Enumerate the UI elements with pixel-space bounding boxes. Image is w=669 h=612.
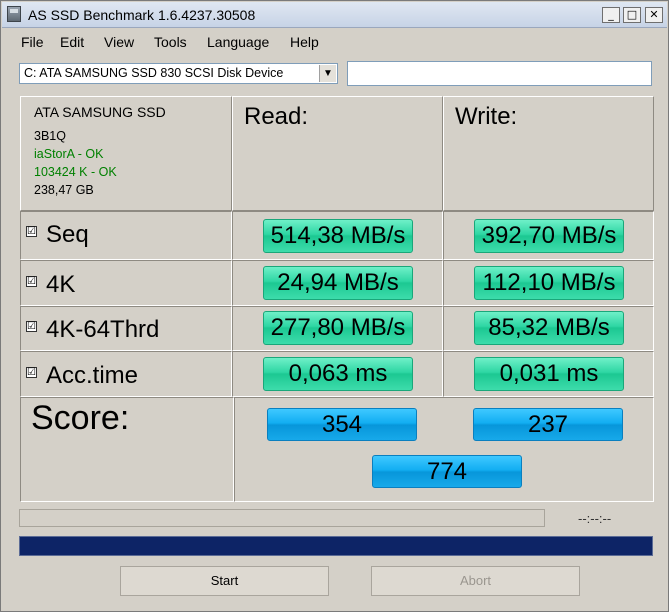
4k-read-result: 24,94 MB/s [263, 266, 413, 300]
test-row-acc-time: ☑ Acc.time [20, 351, 232, 397]
test-row-4k-64thrd: ☑ 4K-64Thrd [20, 306, 232, 351]
drive-info-panel: ATA SAMSUNG SSD 3B1Q iaStorA - OK 103424… [20, 96, 232, 211]
acc-time-read-result: 0,063 ms [263, 357, 413, 391]
seq-label: Seq [46, 221, 89, 248]
drive-dropdown-value: C: ATA SAMSUNG SSD 830 SCSI Disk Device [24, 66, 284, 80]
menu-file[interactable]: File [21, 34, 44, 50]
menu-language[interactable]: Language [207, 34, 269, 50]
close-button[interactable]: ✕ [645, 7, 663, 23]
alignment-status: 103424 K - OK [34, 165, 117, 179]
4k-64thrd-read-cell: 277,80 MB/s [232, 306, 443, 351]
chevron-down-icon[interactable]: ▼ [319, 65, 336, 82]
acc-time-write-result: 0,031 ms [474, 357, 624, 391]
drive-dropdown[interactable]: C: ATA SAMSUNG SSD 830 SCSI Disk Device … [19, 63, 338, 84]
drive-firmware: 3B1Q [34, 129, 66, 143]
4k-checkbox[interactable]: ☑ [26, 276, 37, 287]
score-label: Score: [31, 399, 130, 437]
total-score: 774 [372, 455, 522, 488]
seq-read-result: 514,38 MB/s [263, 219, 413, 253]
minimize-button[interactable]: _ [602, 7, 620, 23]
seq-write-result: 392,70 MB/s [474, 219, 624, 253]
drive-icon [7, 6, 21, 22]
menu-help[interactable]: Help [290, 34, 319, 50]
drive-size: 238,47 GB [34, 183, 94, 197]
menu-edit[interactable]: Edit [60, 34, 84, 50]
menu-tools[interactable]: Tools [154, 34, 187, 50]
4k-64thrd-label: 4K-64Thrd [46, 316, 160, 343]
seq-read-cell: 514,38 MB/s [232, 211, 443, 260]
score-label-cell: Score: [20, 397, 234, 502]
4k-write-result: 112,10 MB/s [474, 266, 624, 300]
window-title: AS SSD Benchmark 1.6.4237.30508 [28, 7, 256, 23]
acc-time-label: Acc.time [46, 362, 139, 389]
start-button[interactable]: Start [120, 566, 329, 596]
acc-time-write-cell: 0,031 ms [443, 351, 654, 397]
menu-view[interactable]: View [104, 34, 134, 50]
menu-bar: File Edit View Tools Language Help [2, 28, 667, 55]
abort-button[interactable]: Abort [371, 566, 580, 596]
score-values-cell: 354 237 774 [234, 397, 654, 502]
read-score: 354 [267, 408, 417, 441]
seq-checkbox[interactable]: ☑ [26, 226, 37, 237]
4k-64thrd-write-result: 85,32 MB/s [474, 311, 624, 345]
4k-64thrd-checkbox[interactable]: ☑ [26, 321, 37, 332]
maximize-button[interactable]: □ [623, 7, 641, 23]
read-column-header: Read: [244, 103, 309, 130]
acc-time-checkbox[interactable]: ☑ [26, 367, 37, 378]
4k-label: 4K [46, 271, 76, 298]
info-textbox[interactable] [347, 61, 652, 86]
write-column-header: Write: [455, 103, 518, 130]
4k-write-cell: 112,10 MB/s [443, 260, 654, 306]
write-score: 237 [473, 408, 623, 441]
title-bar: AS SSD Benchmark 1.6.4237.30508 _ □ ✕ [2, 2, 667, 28]
seq-write-cell: 392,70 MB/s [443, 211, 654, 260]
test-row-4k: ☑ 4K [20, 260, 232, 306]
read-header-cell: Read: [232, 96, 443, 211]
test-progress-bar [19, 509, 545, 527]
4k-64thrd-write-cell: 85,32 MB/s [443, 306, 654, 351]
test-row-seq: ☑ Seq [20, 211, 232, 260]
write-header-cell: Write: [443, 96, 654, 211]
4k-read-cell: 24,94 MB/s [232, 260, 443, 306]
driver-status: iaStorA - OK [34, 147, 104, 161]
drive-name: ATA SAMSUNG SSD [34, 104, 166, 120]
elapsed-time: --:--:-- [578, 511, 612, 526]
acc-time-read-cell: 0,063 ms [232, 351, 443, 397]
4k-64thrd-read-result: 277,80 MB/s [263, 311, 413, 345]
overall-progress-bar [19, 536, 653, 556]
app-window: AS SSD Benchmark 1.6.4237.30508 _ □ ✕ Fi… [0, 0, 669, 612]
